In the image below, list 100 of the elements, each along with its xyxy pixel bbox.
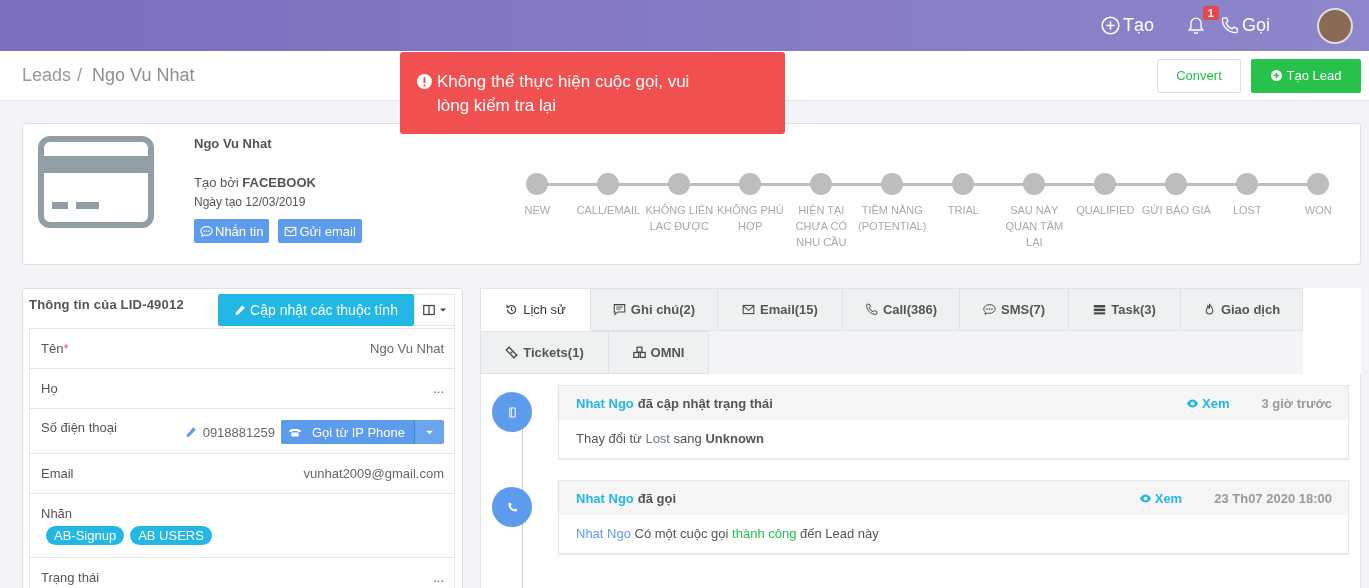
stage-label: KHÔNG LIÊN LẠC ĐƯỢC xyxy=(644,203,715,234)
field-value: ... xyxy=(433,381,444,396)
dropdown-toggle[interactable] xyxy=(414,420,444,444)
plus-circle-icon xyxy=(1270,70,1282,81)
entry-action: đã gọi xyxy=(637,490,677,506)
tab[interactable]: Call(386) xyxy=(843,288,960,331)
comment-icon xyxy=(612,303,626,316)
field-value: vunhat2009@gmail.com xyxy=(303,466,444,481)
required-mark: * xyxy=(63,341,69,356)
entry-time: 23 Th07 2020 18:00 xyxy=(1214,490,1332,506)
stage-label: TIỀM NĂNG (POTENTIAL) xyxy=(857,203,928,234)
stage-dot[interactable] xyxy=(952,173,975,195)
stage-label: WON xyxy=(1303,203,1333,218)
entry-time: 3 giờ trước xyxy=(1261,395,1332,411)
stage-label: KHÔNG PHÙ HỢP xyxy=(716,203,785,234)
stage-label: CALL/EMAIL xyxy=(575,203,642,218)
toast-message: Không thể thực hiện cuộc gọi, vui lòng kiểm tra lại xyxy=(437,71,691,117)
stage-dot[interactable] xyxy=(1307,173,1330,195)
view-link[interactable]: Xem xyxy=(1186,395,1230,411)
pencil-icon xyxy=(184,426,197,438)
user-link[interactable]: Nhat Ngo xyxy=(576,490,634,506)
field-label: Nhãn xyxy=(41,506,73,521)
history-icon xyxy=(505,303,519,316)
stage-label: HIỆN TẠI CHƯA CÓ NHU CẦU xyxy=(794,203,849,250)
field-label: Số điện thoại xyxy=(41,420,117,435)
stage-dot[interactable] xyxy=(597,173,620,195)
field-label: Họ xyxy=(41,381,58,396)
stage-dot[interactable] xyxy=(1165,173,1188,195)
tab[interactable]: Email(15) xyxy=(718,288,843,331)
columns-toggle[interactable] xyxy=(414,294,455,326)
stage-label: SAU NÀY QUAN TÂM LẠI xyxy=(1004,203,1065,250)
stage-dot[interactable] xyxy=(739,173,762,195)
stage-label: TRIAL xyxy=(946,203,980,218)
field-label: Email xyxy=(41,466,74,481)
field-value: 0918881259 xyxy=(202,424,275,440)
breadcrumb-link[interactable]: Leads xyxy=(22,65,72,86)
stage-label: GỬI BÁO GIÁ xyxy=(1141,203,1212,218)
phone-icon xyxy=(506,501,518,513)
stage-label: LOST xyxy=(1231,203,1263,218)
eye-icon xyxy=(1186,396,1199,410)
tab[interactable]: SMS(7) xyxy=(960,288,1069,331)
stage-dot[interactable] xyxy=(1094,173,1117,195)
ticket-icon xyxy=(505,346,519,359)
tab[interactable]: OMNI xyxy=(609,331,709,374)
chat-bubble-icon xyxy=(982,303,996,316)
tab[interactable]: Giao dịch xyxy=(1181,288,1303,331)
panel-title: Thông tin của LID-49012 xyxy=(29,296,185,312)
user-link[interactable]: Nhat Ngo xyxy=(576,395,634,411)
entry-text: Nhat Ngo Có một cuộc gọi thành công đến Lead này xyxy=(575,525,880,543)
convert-button[interactable]: Convert xyxy=(1157,58,1241,93)
notebook-icon xyxy=(506,406,518,418)
eye-icon xyxy=(1138,491,1152,505)
avatar[interactable] xyxy=(1317,7,1353,44)
create-lead-button[interactable]: Tạo Lead xyxy=(1251,58,1361,93)
stage-dot[interactable] xyxy=(668,173,691,195)
ip-phone-call-button[interactable]: Gọi từ IP Phone xyxy=(280,420,414,444)
tab[interactable]: Lịch sử xyxy=(480,288,591,331)
created-date: Ngày tạo 12/03/2019 xyxy=(194,195,307,209)
tasks-icon xyxy=(1093,303,1107,316)
field-value: ... xyxy=(433,570,444,585)
alert-icon xyxy=(417,74,432,89)
envelope-icon xyxy=(742,303,756,316)
tag: AB USERS xyxy=(130,526,212,545)
tab[interactable]: Ghi chú(2) xyxy=(591,288,718,331)
plus-circle-icon xyxy=(1100,16,1120,35)
breadcrumb-separator: / xyxy=(77,65,83,86)
breadcrumb-current: Ngo Vu Nhat xyxy=(92,65,195,86)
notification-badge: 1 xyxy=(1202,6,1219,20)
stage-label: NEW xyxy=(523,203,552,218)
view-link[interactable]: Xem xyxy=(1138,490,1183,506)
field-value: Ngo Vu Nhat xyxy=(370,341,444,356)
id-card-icon xyxy=(38,136,154,228)
call-link[interactable]: Gọi xyxy=(1220,15,1270,36)
phone-icon xyxy=(1220,16,1239,35)
send-email-button[interactable]: Gửi email xyxy=(278,219,362,243)
chat-bubble-icon xyxy=(200,224,213,238)
tag: AB-Signup xyxy=(46,526,125,545)
created-by: Tạo bởi FACEBOOK xyxy=(194,175,317,190)
field-label: Tên xyxy=(41,341,64,356)
caret-icon xyxy=(438,306,447,314)
entry-text: Thay đổi từ Lost sang Unknown xyxy=(575,430,765,448)
field-label: Trạng thái xyxy=(41,570,100,585)
stage-dot[interactable] xyxy=(881,173,904,195)
bell-icon[interactable] xyxy=(1187,16,1205,35)
pencil-icon xyxy=(234,304,247,316)
tab[interactable]: Task(3) xyxy=(1069,288,1181,331)
stage-dot[interactable] xyxy=(526,173,549,195)
stage-dot[interactable] xyxy=(1236,173,1259,195)
message-button[interactable]: Nhắn tin xyxy=(194,219,270,243)
stage-label: QUALIFIED xyxy=(1075,203,1136,218)
columns-icon xyxy=(422,304,435,316)
create-link[interactable]: Tạo xyxy=(1100,15,1154,36)
cubes-icon xyxy=(632,346,646,359)
lead-name: Ngo Vu Nhat xyxy=(194,136,273,151)
stage-dot[interactable] xyxy=(810,173,833,195)
tab[interactable]: Tickets(1) xyxy=(480,331,609,374)
envelope-icon xyxy=(284,224,298,238)
stage-dot[interactable] xyxy=(1023,173,1046,195)
update-attributes-button[interactable]: Cập nhật các thuộc tính xyxy=(218,294,414,326)
phone-icon xyxy=(864,303,878,316)
